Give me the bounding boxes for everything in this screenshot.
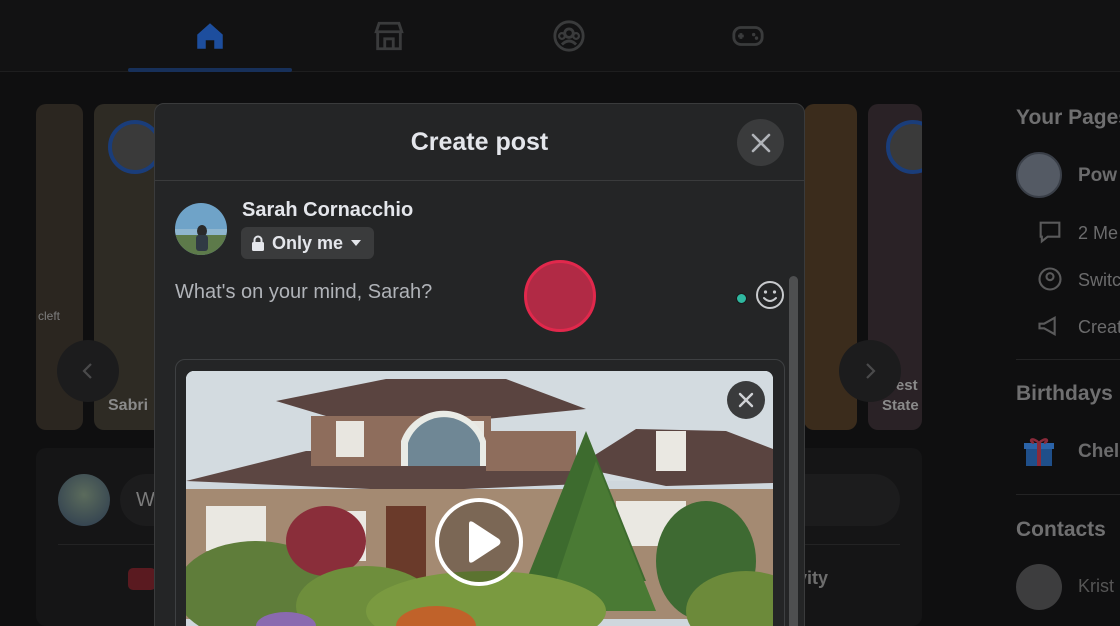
gift-icon — [1024, 438, 1054, 466]
status-dot — [736, 293, 747, 304]
dialog-scrollbar[interactable] — [789, 276, 798, 626]
sidebar-item-create[interactable]: Creat — [1078, 317, 1120, 338]
birthday-name[interactable]: Chel — [1078, 441, 1119, 463]
record-indicator — [524, 260, 596, 332]
caret-down-icon — [351, 240, 362, 246]
tab-groups[interactable] — [487, 0, 651, 72]
contact-avatar[interactable] — [1016, 564, 1062, 610]
create-post-dialog: Create post Sarah Cornacchio Only me Wha… — [154, 103, 805, 626]
close-icon — [738, 392, 754, 408]
video-preview[interactable] — [186, 371, 773, 626]
emoji-icon[interactable] — [754, 279, 786, 311]
megaphone-icon — [1038, 316, 1056, 336]
birthdays-heading: Birthdays — [1016, 382, 1113, 405]
messages-icon — [1039, 221, 1061, 244]
groups-icon — [553, 20, 585, 52]
post-text-input[interactable]: What's on your mind, Sarah? — [175, 281, 432, 304]
sidebar-item-switch[interactable]: Switc — [1078, 270, 1120, 291]
lock-icon — [252, 235, 264, 251]
tab-marketplace[interactable] — [307, 0, 471, 72]
page-avatar[interactable] — [1016, 152, 1062, 198]
top-navigation — [0, 0, 1120, 72]
avatar — [175, 203, 227, 255]
page-name[interactable]: Pow — [1078, 165, 1117, 187]
audience-selector[interactable]: Only me — [241, 227, 375, 259]
story-avatar — [886, 120, 922, 174]
audience-label: Only me — [272, 232, 344, 253]
contact-name[interactable]: Krist — [1078, 576, 1114, 597]
switch-profile-icon — [1038, 267, 1062, 291]
dialog-title: Create post — [410, 128, 549, 156]
chevron-right-icon — [866, 363, 876, 379]
gaming-icon — [732, 26, 764, 46]
avatar — [58, 474, 110, 526]
story-text: cleft — [38, 309, 61, 323]
live-video-icon[interactable] — [128, 568, 156, 590]
chevron-left-icon — [82, 363, 92, 379]
tab-home[interactable] — [128, 0, 292, 72]
dialog-header: Create post — [155, 104, 804, 181]
close-icon — [751, 133, 770, 152]
your-pages-heading: Your Pages — [1016, 106, 1120, 129]
play-icon[interactable] — [434, 497, 524, 587]
stories-next-button[interactable] — [839, 340, 901, 402]
stories-prev-button[interactable] — [57, 340, 119, 402]
home-icon — [197, 23, 223, 49]
user-name: Sarah Cornacchio — [242, 199, 414, 221]
close-dialog-button[interactable] — [737, 119, 784, 166]
story-name: Sabri — [108, 397, 149, 414]
divider — [1016, 359, 1120, 360]
contacts-heading: Contacts — [1016, 518, 1106, 541]
tab-gaming[interactable] — [666, 0, 830, 72]
marketplace-icon — [374, 21, 404, 51]
right-sidebar: Your Pages Pow 2 Me Switc Creat Birthday… — [1000, 72, 1120, 626]
sidebar-item-messages[interactable]: 2 Me — [1078, 223, 1118, 244]
remove-media-button[interactable] — [727, 381, 765, 419]
divider — [1016, 494, 1120, 495]
